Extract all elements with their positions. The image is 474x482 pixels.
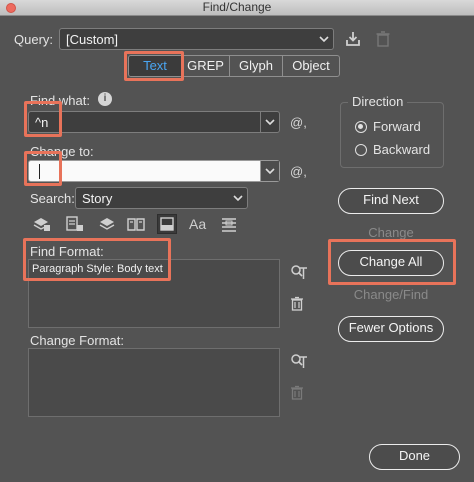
change-format-label: Change Format: — [30, 333, 124, 348]
chevron-down-icon[interactable] — [260, 161, 279, 181]
find-what-input[interactable]: ^n — [28, 111, 280, 133]
backward-label[interactable]: Backward — [373, 142, 430, 157]
specify-change-format-icon[interactable] — [290, 353, 308, 369]
tab-grep[interactable]: GREP — [181, 56, 229, 76]
query-value: [Custom] — [66, 32, 119, 47]
search-scope-dropdown[interactable]: Story — [75, 187, 248, 209]
whole-word-icon[interactable] — [221, 216, 237, 232]
save-query-icon[interactable] — [344, 30, 362, 48]
change-find-button: Change/Find — [353, 287, 429, 302]
highlight-find-format — [23, 238, 171, 281]
done-button[interactable]: Done — [369, 444, 460, 470]
info-icon[interactable]: i — [98, 92, 112, 106]
search-scope-value: Story — [82, 191, 113, 206]
chevron-down-icon — [229, 188, 247, 208]
search-label: Search: — [30, 191, 75, 206]
change-button: Change — [368, 225, 414, 240]
delete-query-icon — [375, 30, 391, 48]
query-label: Query: — [14, 32, 54, 47]
special-characters-find-icon[interactable]: @, — [290, 115, 307, 130]
fewer-options-button[interactable]: Fewer Options — [338, 316, 444, 342]
backward-radio[interactable] — [355, 144, 367, 156]
clear-find-format-icon[interactable] — [290, 296, 304, 312]
highlight-change-to — [24, 151, 62, 186]
locked-stories-icon[interactable] — [66, 216, 84, 232]
query-dropdown[interactable]: [Custom] — [59, 28, 334, 50]
change-format-box[interactable] — [28, 348, 280, 417]
footnotes-toggle[interactable] — [157, 214, 177, 234]
forward-label[interactable]: Forward — [373, 119, 421, 134]
locked-layers-icon[interactable] — [33, 216, 51, 232]
tab-glyph[interactable]: Glyph — [229, 56, 282, 76]
master-pages-icon[interactable] — [126, 216, 146, 232]
direction-label: Direction — [348, 94, 408, 109]
chevron-down-icon[interactable] — [260, 112, 279, 132]
hidden-layers-icon[interactable] — [98, 216, 116, 232]
direction-group — [340, 102, 444, 168]
clear-change-format-icon — [290, 385, 304, 401]
highlight-change-all — [328, 239, 456, 285]
tab-object[interactable]: Object — [282, 56, 339, 76]
highlight-text-tab — [124, 51, 184, 81]
highlight-find-what — [24, 101, 62, 137]
specify-find-format-icon[interactable] — [290, 264, 308, 280]
change-to-input[interactable] — [28, 160, 280, 182]
chevron-down-icon — [315, 29, 333, 49]
special-characters-change-icon[interactable]: @, — [290, 164, 307, 179]
find-next-button[interactable]: Find Next — [338, 188, 444, 214]
case-sensitive-icon[interactable]: Aa — [189, 216, 206, 232]
title-bar: Find/Change — [0, 0, 474, 16]
window-title: Find/Change — [202, 0, 272, 14]
forward-radio[interactable] — [355, 121, 367, 133]
